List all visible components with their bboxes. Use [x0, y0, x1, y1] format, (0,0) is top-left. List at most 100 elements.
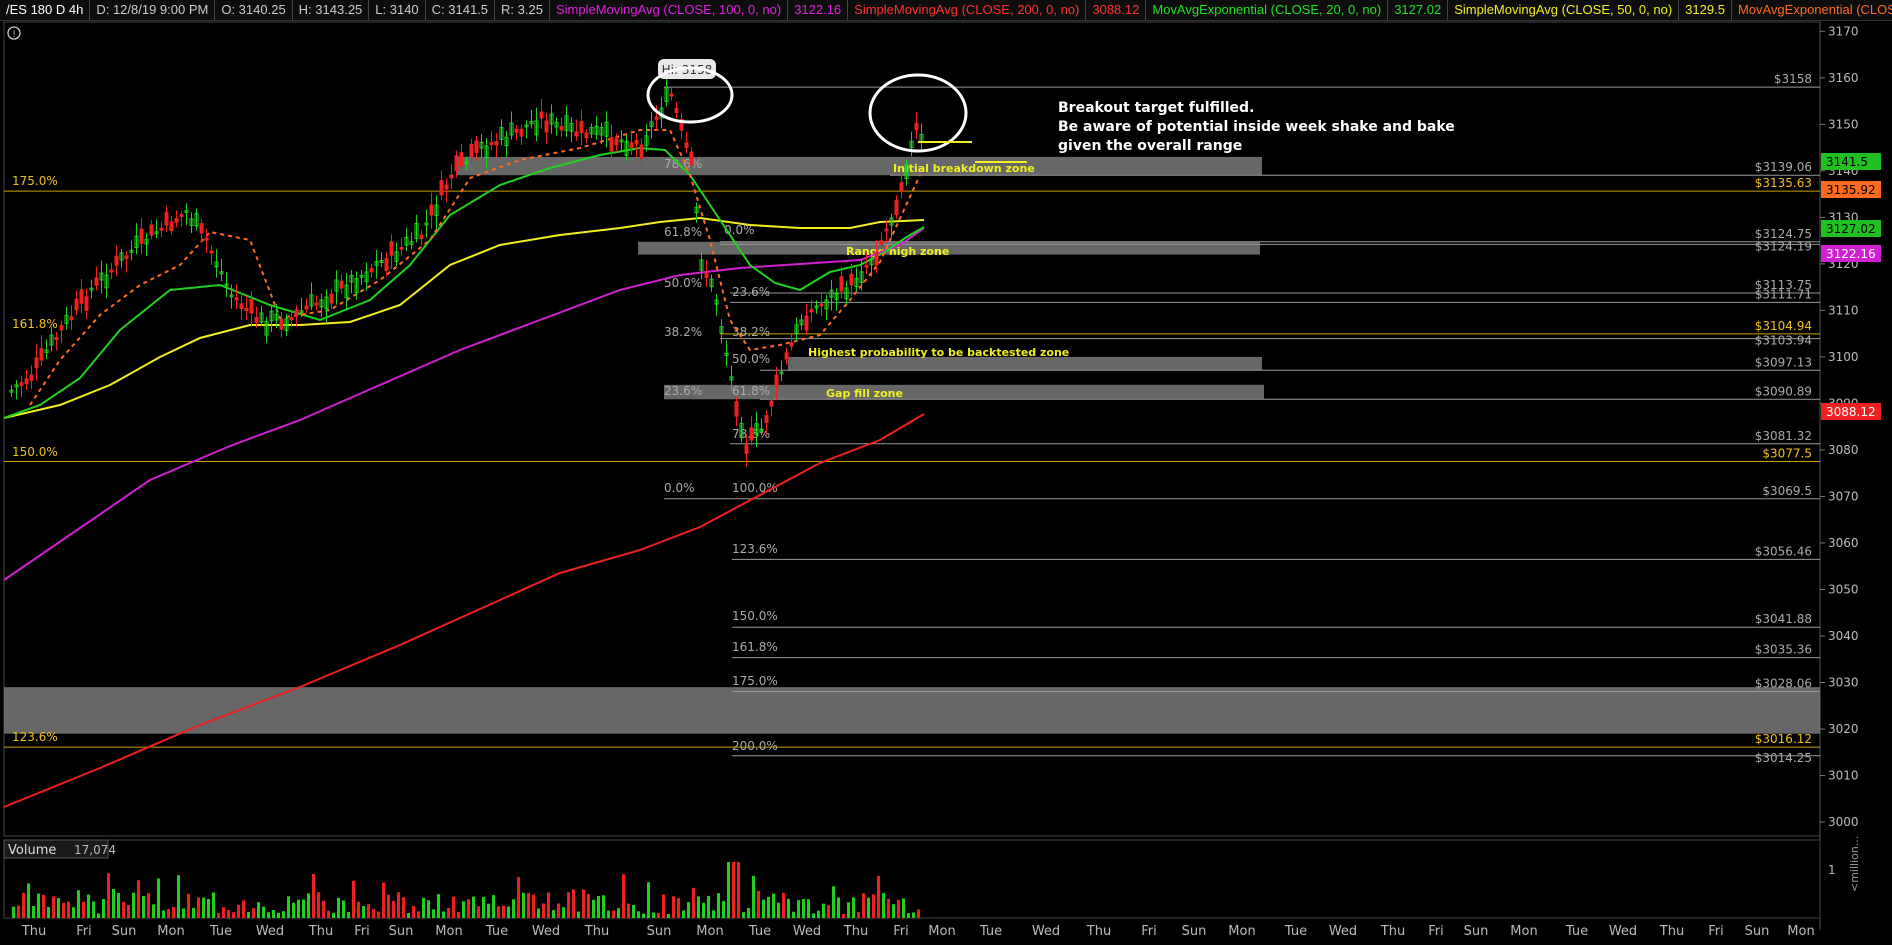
x-tick-label: Thu: [1086, 924, 1111, 939]
volume-bar: [67, 901, 70, 918]
volume-bar: [817, 910, 820, 918]
volume-bar: [832, 886, 835, 918]
volume-bar: [537, 908, 540, 918]
y-tick-label: 3100: [1828, 350, 1859, 364]
volume-bar: [827, 905, 830, 918]
x-tick-label: Thu: [21, 924, 46, 939]
x-tick-label: Sun: [647, 924, 672, 939]
candle-body: [514, 128, 519, 133]
key-level-label: $3077.5: [1762, 447, 1812, 461]
volume-bar: [302, 899, 305, 918]
candle-body: [384, 258, 389, 271]
candle-body: [24, 378, 29, 385]
fib-level-label: 50.0%: [732, 352, 770, 366]
candle-body: [494, 141, 499, 146]
key-level-label: $3139.06: [1755, 160, 1812, 174]
price-tag-value: 3088.12: [1826, 405, 1876, 419]
volume-bar: [492, 895, 495, 918]
candle-body: [559, 125, 564, 131]
key-level-label: $3028.06: [1755, 677, 1812, 691]
volume-bar: [57, 898, 60, 918]
volume-value: 17,074: [74, 843, 116, 857]
candle-body: [419, 234, 424, 240]
volume-bar: [682, 910, 685, 918]
volume-bar: [242, 900, 245, 918]
candle-body: [544, 120, 549, 133]
volume-bar: [592, 899, 595, 918]
volume-bar: [112, 888, 115, 918]
candle-body: [39, 348, 44, 361]
candle-body: [239, 303, 244, 310]
fib-level-label: 61.8%: [732, 384, 770, 398]
volume-scale-unit: <million...: [1848, 836, 1861, 892]
key-level-label: $3035.36: [1755, 643, 1812, 657]
volume-bar: [167, 908, 170, 918]
candle-body: [244, 308, 249, 311]
candle-body: [474, 140, 479, 154]
x-tick-label: Thu: [1380, 924, 1405, 939]
candle-body: [399, 246, 404, 250]
volume-bar: [647, 882, 650, 918]
volume-bar: [657, 912, 660, 918]
candle-body: [839, 276, 844, 292]
chart-canvas[interactable]: 3170316031503140313031203110310030903080…: [0, 0, 1892, 945]
x-tick-label: Wed: [532, 924, 560, 939]
volume-bar: [507, 906, 510, 918]
candle-body: [304, 305, 309, 310]
candle-body: [389, 241, 394, 256]
key-level-label: $3111.71: [1755, 287, 1812, 301]
x-tick-label: Tue: [485, 924, 508, 939]
volume-bar: [862, 893, 865, 918]
candle-body: [29, 374, 34, 381]
volume-bar: [377, 911, 380, 918]
volume-bar: [207, 899, 210, 918]
volume-bar: [407, 912, 410, 918]
fib-level-label: 200.0%: [732, 739, 778, 753]
volume-bar: [742, 912, 745, 918]
volume-bar: [337, 897, 340, 918]
candle-body: [254, 317, 259, 323]
volume-bar: [252, 908, 255, 918]
volume-bar: [882, 893, 885, 918]
fib-level-label: 61.8%: [664, 225, 702, 239]
volume-bar: [597, 896, 600, 918]
volume-bar: [607, 910, 610, 918]
candle-body: [444, 184, 449, 190]
volume-bar: [542, 903, 545, 918]
candle-body: [314, 302, 319, 306]
volume-bar: [202, 897, 205, 918]
volume-bar: [12, 906, 15, 918]
candle-body: [539, 111, 544, 119]
volume-bar: [97, 913, 100, 918]
fib-level-label: 38.2%: [732, 325, 770, 339]
info-glyph: !: [12, 30, 16, 40]
volume-bar: [387, 894, 390, 918]
volume-bar: [422, 897, 425, 918]
x-tick-label: Sun: [389, 924, 414, 939]
key-level-label: $3014.25: [1755, 751, 1812, 765]
volume-bar: [427, 900, 430, 918]
volume-bar: [517, 877, 520, 918]
volume-bar: [562, 907, 565, 918]
volume-bar: [752, 875, 755, 918]
candle-body: [584, 132, 589, 139]
fib-level-label: 100.0%: [732, 481, 778, 495]
volume-bar: [32, 906, 35, 918]
key-level-label: $3104.94: [1755, 319, 1812, 333]
volume-bar: [452, 896, 455, 918]
x-tick-label: Tue: [748, 924, 771, 939]
candle-body: [439, 180, 444, 196]
candle-body: [179, 214, 184, 218]
candle-body: [159, 227, 164, 231]
volume-bar: [867, 897, 870, 918]
candle-body: [784, 352, 789, 360]
volume-bar: [232, 912, 235, 918]
volume-bar: [92, 901, 95, 918]
y-tick-label: 3060: [1828, 536, 1859, 550]
volume-bar: [907, 913, 910, 918]
volume-bar: [307, 893, 310, 918]
volume-bar: [412, 906, 415, 918]
volume-bar: [502, 905, 505, 918]
price-tag-value: 3141.5: [1826, 155, 1868, 169]
candle-body: [94, 277, 99, 286]
